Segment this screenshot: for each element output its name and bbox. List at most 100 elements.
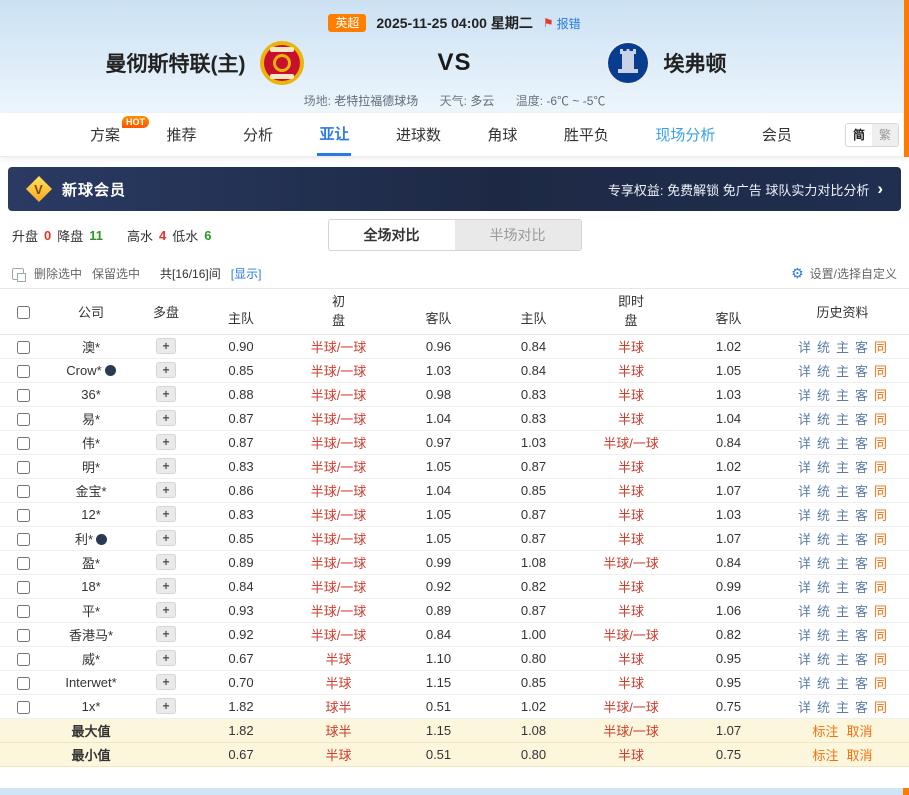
history-link-4[interactable]: 客	[855, 532, 868, 547]
row-checkbox[interactable]	[17, 341, 30, 354]
history-link-3[interactable]: 主	[836, 364, 849, 379]
history-link-3[interactable]: 主	[836, 436, 849, 451]
row-checkbox[interactable]	[17, 557, 30, 570]
row-checkbox[interactable]	[17, 365, 30, 378]
history-link-2[interactable]: 统	[817, 676, 830, 691]
history-link-2[interactable]: 统	[817, 412, 830, 427]
history-link-3[interactable]: 主	[836, 340, 849, 355]
half-match-compare-tab[interactable]: 半场对比	[455, 220, 581, 250]
row-checkbox[interactable]	[17, 701, 30, 714]
history-link-5[interactable]: 同	[874, 340, 887, 355]
row-checkbox[interactable]	[17, 605, 30, 618]
history-link-4[interactable]: 客	[855, 484, 868, 499]
history-link-1[interactable]: 详	[798, 556, 811, 571]
history-link-4[interactable]: 客	[855, 652, 868, 667]
history-link-1[interactable]: 详	[798, 532, 811, 547]
history-link-3[interactable]: 主	[836, 556, 849, 571]
tab-yarang[interactable]: 亚让	[317, 113, 351, 156]
multi-odds-button[interactable]: +	[156, 410, 176, 426]
tab-huiyuan[interactable]: 会员	[760, 113, 794, 156]
row-checkbox[interactable]	[17, 581, 30, 594]
tab-jinqiushu[interactable]: 进球数	[394, 113, 443, 156]
multi-odds-button[interactable]: +	[156, 602, 176, 618]
mark-link[interactable]: 标注	[812, 748, 838, 763]
history-link-4[interactable]: 客	[855, 676, 868, 691]
history-link-5[interactable]: 同	[874, 508, 887, 523]
history-link-4[interactable]: 客	[855, 580, 868, 595]
history-link-1[interactable]: 详	[798, 436, 811, 451]
history-link-3[interactable]: 主	[836, 652, 849, 667]
tab-fangan[interactable]: 方案 HOT	[88, 113, 122, 156]
history-link-2[interactable]: 统	[817, 436, 830, 451]
history-link-5[interactable]: 同	[874, 364, 887, 379]
history-link-3[interactable]: 主	[836, 604, 849, 619]
multi-odds-button[interactable]: +	[156, 698, 176, 714]
controls-right[interactable]: ⚙ 设置/选择自定义	[791, 265, 897, 282]
multi-odds-button[interactable]: +	[156, 530, 176, 546]
history-link-5[interactable]: 同	[874, 532, 887, 547]
select-all-checkbox[interactable]	[17, 306, 30, 319]
multi-odds-button[interactable]: +	[156, 386, 176, 402]
multi-odds-button[interactable]: +	[156, 482, 176, 498]
promo-benefits[interactable]: 专享权益: 免费解锁 免广告 球队实力对比分析 ›	[608, 179, 883, 199]
cancel-link[interactable]: 取消	[847, 724, 873, 739]
history-link-5[interactable]: 同	[874, 700, 887, 715]
tab-fenxi[interactable]: 分析	[241, 113, 275, 156]
history-link-2[interactable]: 统	[817, 700, 830, 715]
history-link-5[interactable]: 同	[874, 388, 887, 403]
multi-odds-button[interactable]: +	[156, 458, 176, 474]
row-checkbox[interactable]	[17, 533, 30, 546]
row-checkbox[interactable]	[17, 389, 30, 402]
history-link-5[interactable]: 同	[874, 652, 887, 667]
history-link-2[interactable]: 统	[817, 556, 830, 571]
lang-simplified-button[interactable]: 简	[846, 124, 872, 146]
history-link-2[interactable]: 统	[817, 340, 830, 355]
history-link-1[interactable]: 详	[798, 340, 811, 355]
full-match-compare-tab[interactable]: 全场对比	[329, 220, 455, 250]
history-link-1[interactable]: 详	[798, 604, 811, 619]
history-link-5[interactable]: 同	[874, 460, 887, 475]
history-link-3[interactable]: 主	[836, 580, 849, 595]
multi-odds-button[interactable]: +	[156, 506, 176, 522]
multi-odds-button[interactable]: +	[156, 554, 176, 570]
row-checkbox[interactable]	[17, 629, 30, 642]
row-checkbox[interactable]	[17, 653, 30, 666]
history-link-1[interactable]: 详	[798, 388, 811, 403]
row-checkbox[interactable]	[17, 509, 30, 522]
history-link-1[interactable]: 详	[798, 700, 811, 715]
history-link-4[interactable]: 客	[855, 628, 868, 643]
history-link-3[interactable]: 主	[836, 676, 849, 691]
history-link-1[interactable]: 详	[798, 460, 811, 475]
history-link-3[interactable]: 主	[836, 700, 849, 715]
history-link-3[interactable]: 主	[836, 532, 849, 547]
history-link-5[interactable]: 同	[874, 436, 887, 451]
history-link-2[interactable]: 统	[817, 484, 830, 499]
mark-link[interactable]: 标注	[812, 724, 838, 739]
history-link-2[interactable]: 统	[817, 388, 830, 403]
history-link-4[interactable]: 客	[855, 412, 868, 427]
history-link-1[interactable]: 详	[798, 508, 811, 523]
row-checkbox[interactable]	[17, 461, 30, 474]
history-link-3[interactable]: 主	[836, 412, 849, 427]
history-link-2[interactable]: 统	[817, 532, 830, 547]
history-link-2[interactable]: 统	[817, 460, 830, 475]
history-link-1[interactable]: 详	[798, 580, 811, 595]
history-link-1[interactable]: 详	[798, 676, 811, 691]
history-link-2[interactable]: 统	[817, 628, 830, 643]
history-link-2[interactable]: 统	[817, 604, 830, 619]
multi-odds-button[interactable]: +	[156, 362, 176, 378]
member-promo-banner[interactable]: V 新球会员 专享权益: 免费解锁 免广告 球队实力对比分析 ›	[8, 167, 901, 211]
history-link-4[interactable]: 客	[855, 436, 868, 451]
history-link-2[interactable]: 统	[817, 364, 830, 379]
history-link-1[interactable]: 详	[798, 652, 811, 667]
history-link-3[interactable]: 主	[836, 388, 849, 403]
history-link-3[interactable]: 主	[836, 508, 849, 523]
delete-selected-button[interactable]: 删除选中	[34, 265, 82, 282]
history-link-1[interactable]: 详	[798, 484, 811, 499]
history-link-5[interactable]: 同	[874, 580, 887, 595]
row-checkbox[interactable]	[17, 413, 30, 426]
row-checkbox[interactable]	[17, 437, 30, 450]
tab-xianchangfenxi[interactable]: 现场分析	[653, 113, 717, 156]
history-link-4[interactable]: 客	[855, 388, 868, 403]
row-checkbox[interactable]	[17, 677, 30, 690]
